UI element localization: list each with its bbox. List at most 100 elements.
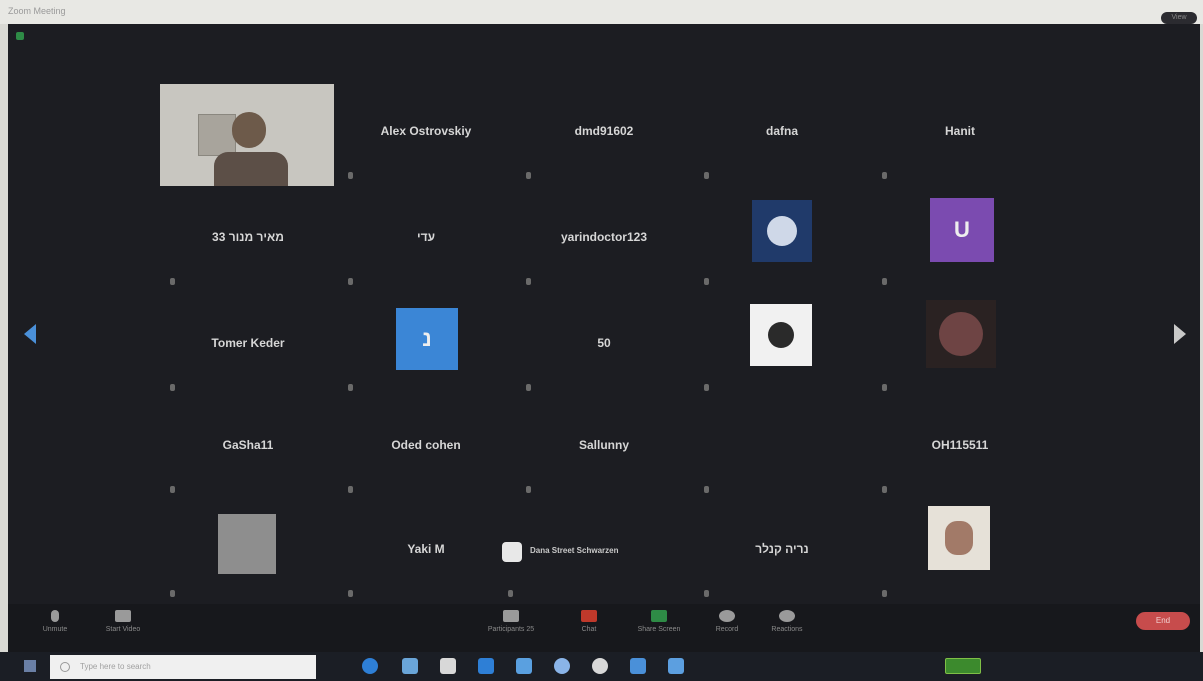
participant-tile[interactable]: נריה קנלר [694,502,870,605]
store-icon[interactable] [440,658,456,674]
mic-icon [348,278,353,285]
participant-name: Oded cohen [391,438,461,452]
mic-icon [348,590,353,597]
mic-icon [526,278,531,285]
avatar: U [930,198,994,262]
grid-icon[interactable] [16,32,24,40]
chat-button[interactable]: Chat [554,610,624,633]
participant-tile[interactable]: עדי [338,190,514,293]
mic-icon [704,172,709,179]
gallery-view: Alex Ostrovskiy dmd91602 dafna Hanit מאי… [8,24,1200,652]
mail-icon[interactable] [402,658,418,674]
zoom-icon[interactable] [668,658,684,674]
participant-name: נריה קנלר [755,542,809,556]
video-label: Start Video [105,626,141,633]
share-label: Share Screen [637,626,681,633]
participant-tile[interactable]: Oded cohen [338,398,514,501]
battery-icon [945,658,981,674]
participants-button[interactable]: Participants 25 [476,610,546,633]
chat-label: Chat [581,626,597,633]
participant-tile[interactable]: מאיר מנור 33 [160,190,336,293]
mic-icon [170,486,175,493]
app-icon[interactable] [516,658,532,674]
logo-icon [768,322,794,348]
edge-icon[interactable] [362,658,378,674]
participants-label-text: Participants [487,626,525,633]
participant-tile[interactable] [694,398,870,501]
mic-icon [170,384,175,391]
meeting-toolbar: Unmute Start Video Participants 25 Chat … [8,604,1200,652]
end-label: End [1155,616,1171,625]
participant-tile[interactable]: 50 [516,296,692,399]
mic-icon [348,172,353,179]
logo-icon [767,216,797,246]
participant-tile[interactable]: Sallunny [516,398,692,501]
participant-tile[interactable]: Alex Ostrovskiy [338,84,514,187]
mic-icon [51,610,59,622]
avatar-art [939,312,983,356]
participant-tile[interactable]: נ [338,296,514,399]
avatar [926,300,996,368]
video-button[interactable]: Start Video [88,610,158,633]
participant-tile[interactable]: Yaki M [338,502,514,605]
participants-icon [503,610,519,622]
avatar [928,506,990,570]
participant-tile[interactable]: dmd91602 [516,84,692,187]
window-title: Zoom Meeting [8,6,66,16]
window-titlebar: Zoom Meeting View [0,0,1203,24]
participant-tile[interactable]: yarindoctor123 [516,190,692,293]
camera-icon [115,610,131,622]
participant-name: Alex Ostrovskiy [380,124,472,138]
participant-tile[interactable]: Dana Street Schwarzen [498,502,688,605]
person-head [232,112,266,148]
person-body [214,152,288,186]
prev-page-arrow-icon[interactable] [24,324,36,344]
windows-icon[interactable] [24,660,36,672]
participant-tile[interactable]: GaSha11 [160,398,336,501]
participant-tile[interactable] [872,296,1048,399]
taskbar-search[interactable]: Type here to search [50,655,316,679]
participant-tile[interactable]: Tomer Keder [160,296,336,399]
person-head [945,521,973,555]
search-icon [60,662,70,672]
mic-icon [882,172,887,179]
participant-tile[interactable] [694,190,870,293]
mic-icon [170,590,175,597]
picture-frame [198,114,236,156]
participant-name: Tomer Keder [211,336,285,350]
end-meeting-button[interactable]: End [1136,612,1190,630]
mic-icon [348,384,353,391]
next-page-arrow-icon[interactable] [1174,324,1186,344]
app-icon[interactable] [630,658,646,674]
mic-icon [704,384,709,391]
avatar [502,542,522,562]
mic-icon [508,590,513,597]
participant-name: Dana Street Schwarzen [530,546,619,555]
participant-tile[interactable]: OH115511 [872,398,1048,501]
app-icon[interactable] [592,658,608,674]
participant-tile[interactable] [160,502,336,605]
participant-name: yarindoctor123 [560,230,648,244]
app-icon[interactable] [478,658,494,674]
participant-tile[interactable]: dafna [694,84,870,187]
participant-tile[interactable]: Hanit [872,84,1048,187]
participant-name: Hanit [945,124,975,138]
chrome-icon[interactable] [554,658,570,674]
participant-tile[interactable] [872,502,1048,605]
mute-button[interactable]: Unmute [20,610,90,633]
mic-icon [882,590,887,597]
mic-icon [526,486,531,493]
share-screen-button[interactable]: Share Screen [624,610,694,633]
participant-tile[interactable] [694,296,870,399]
mic-icon [882,278,887,285]
mic-icon [526,384,531,391]
participant-name: dafna [765,124,798,138]
avatar [752,200,812,262]
participant-name: Yaki M [407,542,445,556]
participant-name: Sallunny [578,438,629,452]
participants-count: 25 [526,626,535,633]
participant-tile[interactable]: U [872,190,1048,293]
participant-tile[interactable] [160,84,336,187]
view-toggle[interactable]: View [1161,12,1197,24]
reactions-button[interactable]: Reactions [752,610,822,633]
